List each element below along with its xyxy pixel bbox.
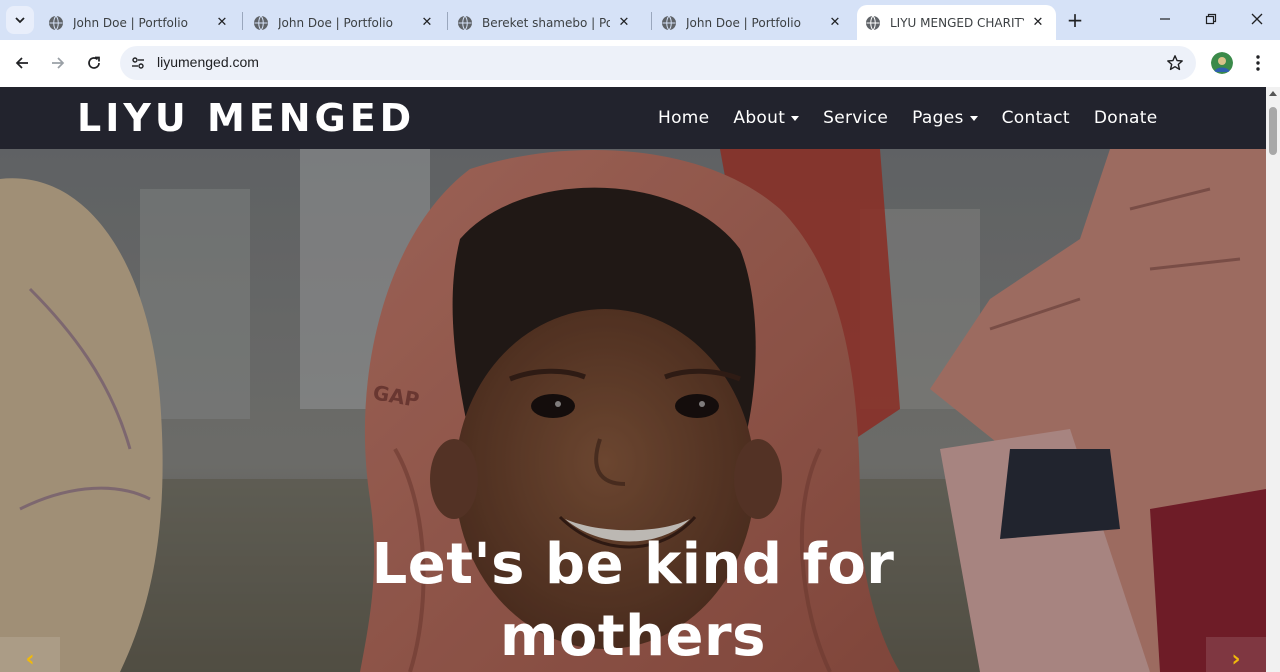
carousel-prev-button[interactable]: ‹ bbox=[0, 637, 60, 672]
tab-divider bbox=[447, 12, 448, 30]
page-viewport: LIYU MENGED Home About Service Pages Con… bbox=[0, 87, 1266, 672]
browser-tab[interactable]: John Doe | Portfolio ✕ bbox=[40, 5, 240, 40]
close-icon[interactable]: ✕ bbox=[419, 15, 435, 31]
scrollbar-thumb[interactable] bbox=[1269, 107, 1277, 155]
tab-divider bbox=[242, 12, 243, 30]
reload-button[interactable] bbox=[79, 48, 109, 78]
globe-icon bbox=[458, 15, 472, 30]
tab-title: LIYU MENGED CHARITY ASSOCIATION bbox=[890, 15, 1024, 30]
carousel-next-button[interactable]: › bbox=[1206, 637, 1266, 672]
close-window-button[interactable] bbox=[1234, 0, 1280, 38]
nav-service-label: Service bbox=[823, 108, 889, 128]
tab-search-button[interactable] bbox=[6, 6, 34, 34]
tune-icon bbox=[132, 57, 144, 69]
chevron-right-icon: › bbox=[1231, 647, 1241, 672]
star-icon[interactable] bbox=[1166, 54, 1184, 72]
back-button[interactable] bbox=[7, 48, 37, 78]
chevron-down-icon bbox=[15, 17, 25, 24]
hero-heading-line2: mothers bbox=[500, 604, 766, 669]
tab-title: John Doe | Portfolio bbox=[278, 15, 393, 30]
plus-icon: + bbox=[1066, 8, 1084, 32]
close-icon[interactable]: ✕ bbox=[1030, 15, 1046, 31]
minimize-button[interactable] bbox=[1142, 0, 1188, 38]
url-text[interactable]: liyumenged.com bbox=[157, 54, 259, 70]
restore-button[interactable] bbox=[1188, 0, 1234, 38]
globe-icon bbox=[866, 15, 880, 30]
browser-tab[interactable]: Bereket shamebo | Portfolio ✕ bbox=[449, 5, 649, 40]
globe-icon bbox=[254, 15, 268, 30]
tab-title: John Doe | Portfolio bbox=[686, 15, 801, 30]
browser-toolbar: liyumenged.com bbox=[0, 40, 1280, 87]
nav-pages[interactable]: Pages bbox=[912, 108, 978, 128]
caret-down-icon bbox=[969, 115, 978, 121]
nav-contact[interactable]: Contact bbox=[1002, 108, 1070, 128]
forward-button[interactable] bbox=[43, 48, 73, 78]
chevron-left-icon: ‹ bbox=[25, 647, 35, 672]
nav-about[interactable]: About bbox=[733, 108, 800, 128]
browser-tab-active[interactable]: LIYU MENGED CHARITY ASSOCIATION ✕ bbox=[857, 5, 1056, 40]
nav-home[interactable]: Home bbox=[658, 108, 709, 128]
close-icon[interactable]: ✕ bbox=[616, 15, 632, 31]
forward-arrow-icon bbox=[52, 57, 65, 69]
nav-donate[interactable]: Donate bbox=[1094, 108, 1158, 128]
tab-divider bbox=[651, 12, 652, 30]
reload-icon bbox=[88, 56, 100, 69]
more-vert-icon bbox=[1256, 55, 1260, 71]
hero-heading-line1: Let's be kind for bbox=[371, 532, 895, 597]
site-navbar: LIYU MENGED Home About Service Pages Con… bbox=[0, 87, 1266, 149]
close-icon[interactable]: ✕ bbox=[214, 15, 230, 31]
browser-tab[interactable]: John Doe | Portfolio ✕ bbox=[653, 5, 853, 40]
new-tab-button[interactable]: + bbox=[1064, 8, 1086, 32]
nav-home-label: Home bbox=[658, 108, 710, 128]
scroll-up-arrow-icon[interactable] bbox=[1269, 91, 1277, 96]
nav-about-label: About bbox=[733, 108, 786, 128]
site-logo[interactable]: LIYU MENGED bbox=[77, 96, 415, 140]
hero-carousel: GAP Let's be kind for mothers ‹ › bbox=[0, 149, 1266, 672]
browser-menu-button[interactable] bbox=[1248, 52, 1268, 74]
minimize-icon bbox=[1160, 18, 1170, 20]
nav-service[interactable]: Service bbox=[823, 108, 888, 128]
nav-contact-label: Contact bbox=[1001, 108, 1070, 128]
restore-icon bbox=[1205, 13, 1217, 25]
close-icon[interactable]: ✕ bbox=[827, 15, 843, 31]
close-icon bbox=[1251, 13, 1263, 25]
tab-title: John Doe | Portfolio bbox=[73, 15, 188, 30]
profile-avatar[interactable] bbox=[1211, 52, 1233, 74]
site-info-button[interactable] bbox=[126, 51, 150, 75]
tab-strip: John Doe | Portfolio ✕ John Doe | Portfo… bbox=[0, 0, 1280, 40]
avatar bbox=[1211, 52, 1233, 74]
page-scrollbar[interactable] bbox=[1266, 87, 1280, 672]
globe-icon bbox=[662, 15, 676, 30]
address-bar[interactable]: liyumenged.com bbox=[120, 46, 1196, 80]
caret-down-icon bbox=[791, 115, 800, 121]
back-arrow-icon bbox=[15, 57, 28, 69]
nav-donate-label: Donate bbox=[1093, 108, 1158, 128]
globe-icon bbox=[49, 15, 63, 30]
nav-pages-label: Pages bbox=[912, 108, 964, 128]
hero-heading: Let's be kind for mothers bbox=[333, 529, 933, 672]
browser-tab[interactable]: John Doe | Portfolio ✕ bbox=[245, 5, 445, 40]
nav-menu: Home About Service Pages Contact Donate bbox=[658, 108, 1181, 128]
tab-title: Bereket shamebo | Portfolio bbox=[482, 15, 610, 30]
